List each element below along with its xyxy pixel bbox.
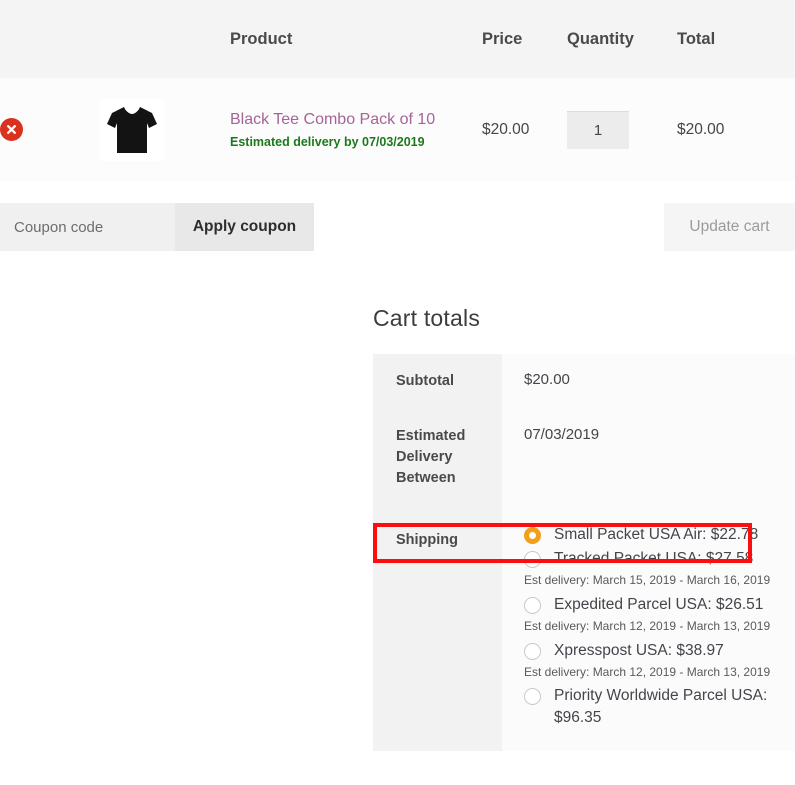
header-thumbnail xyxy=(100,0,230,78)
product-estimated-delivery: Estimated delivery by 07/03/2019 xyxy=(230,135,425,150)
shipping-options-cell: Small Packet USA Air: $22.78 Tracked Pack… xyxy=(502,511,795,752)
shipping-option-label[interactable]: Priority Worldwide Parcel USA: $96.35 xyxy=(554,685,783,729)
cart-table-header-row: Product Price Quantity Total xyxy=(0,0,795,78)
product-info-cell: Black Tee Combo Pack of 10 Estimated del… xyxy=(230,78,482,181)
totals-row-estimated-delivery: Estimated Delivery Between 07/03/2019 xyxy=(373,409,795,512)
shipping-option-label[interactable]: Xpresspost USA: $38.97 xyxy=(554,640,724,662)
product-thumbnail-cell xyxy=(100,78,230,181)
radio-selected-icon[interactable] xyxy=(524,527,541,545)
remove-circle-icon[interactable] xyxy=(0,118,23,141)
radio-unselected-icon[interactable] xyxy=(524,551,541,569)
header-price: Price xyxy=(482,29,523,48)
table-row: Black Tee Combo Pack of 10 Estimated del… xyxy=(0,78,795,181)
product-line-total: $20.00 xyxy=(677,120,725,138)
cart-table-head: Product Price Quantity Total xyxy=(0,0,795,78)
cart-items-table: Product Price Quantity Total Black Tee C… xyxy=(0,0,795,181)
estimated-delivery-value: 07/03/2019 xyxy=(502,409,795,512)
subtotal-value: $20.00 xyxy=(502,354,795,410)
shipping-option-estimate: Est delivery: March 12, 2019 - March 13,… xyxy=(524,618,771,633)
shipping-option-label[interactable]: Tracked Packet USA: $27.58 xyxy=(554,548,753,570)
cart-totals-table: Subtotal $20.00 Estimated Delivery Betwe… xyxy=(373,354,795,752)
subtotal-label: Subtotal xyxy=(373,354,502,410)
quantity-input[interactable] xyxy=(567,110,629,149)
shipping-option-4[interactable]: Priority Worldwide Parcel USA: $96.35 xyxy=(524,685,783,729)
header-quantity: Quantity xyxy=(567,29,634,48)
radio-unselected-icon[interactable] xyxy=(524,596,541,614)
remove-cell xyxy=(0,78,100,181)
update-cart-button[interactable]: Update cart xyxy=(664,203,795,251)
header-remove xyxy=(0,0,100,78)
shipping-method-list: Small Packet USA Air: $22.78 Tracked Pack… xyxy=(524,524,783,729)
shipping-option-3[interactable]: Xpresspost USA: $38.97 xyxy=(524,640,783,662)
shipping-option-label[interactable]: Small Packet USA Air: $22.78 xyxy=(554,524,758,546)
radio-unselected-icon[interactable] xyxy=(524,688,541,706)
cart-table-body: Black Tee Combo Pack of 10 Estimated del… xyxy=(0,78,795,181)
quantity-cell xyxy=(567,78,677,181)
header-total: Total xyxy=(677,29,716,48)
header-product: Product xyxy=(230,29,293,48)
cart-actions-row: Apply coupon Update cart xyxy=(0,203,795,251)
shipping-label: Shipping xyxy=(373,511,502,752)
product-name-link[interactable]: Black Tee Combo Pack of 10 xyxy=(230,109,482,131)
totals-row-shipping: Shipping Small Packet USA Air: $22.78 Tra… xyxy=(373,511,795,752)
apply-coupon-button[interactable]: Apply coupon xyxy=(175,203,314,251)
black-tshirt-image[interactable] xyxy=(100,98,164,161)
shipping-option-2[interactable]: Expedited Parcel USA: $26.51 xyxy=(524,594,783,616)
product-price: $20.00 xyxy=(482,120,530,138)
estimated-delivery-label: Estimated Delivery Between xyxy=(373,409,502,512)
page-title: Cart totals xyxy=(373,305,481,331)
totals-row-subtotal: Subtotal $20.00 xyxy=(373,354,795,410)
shipping-option-1[interactable]: Tracked Packet USA: $27.58 xyxy=(524,548,783,570)
shipping-option-label[interactable]: Expedited Parcel USA: $26.51 xyxy=(554,594,763,616)
shipping-option-0[interactable]: Small Packet USA Air: $22.78 xyxy=(524,524,783,546)
shipping-option-estimate: Est delivery: March 15, 2019 - March 16,… xyxy=(524,573,771,588)
coupon-code-input[interactable] xyxy=(0,203,175,251)
radio-unselected-icon[interactable] xyxy=(524,642,541,660)
shipping-option-estimate: Est delivery: March 12, 2019 - March 13,… xyxy=(524,664,771,679)
cart-totals-section: Cart totals Subtotal $20.00 Estimated De… xyxy=(373,305,795,752)
